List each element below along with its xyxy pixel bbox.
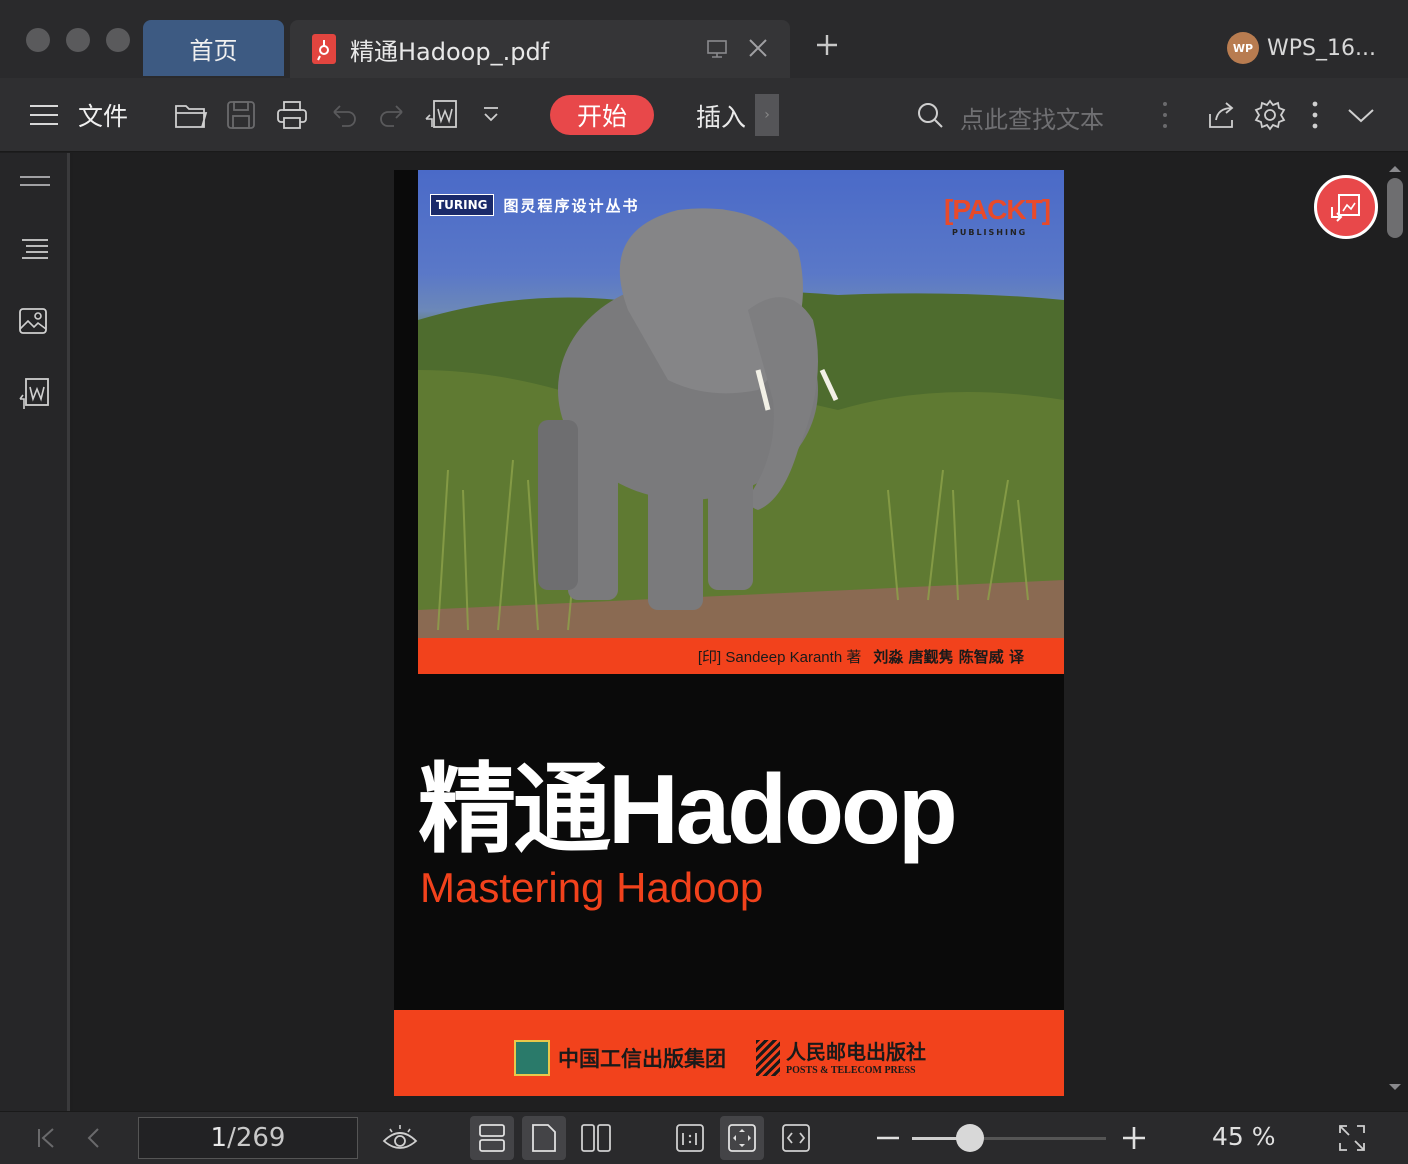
publisher-press: 人民邮电出版社 POSTS & TELECOM PRESS xyxy=(756,1036,926,1076)
publisher-bar: 中国工信出版集团 人民邮电出版社 POSTS & TELECOM PRESS xyxy=(394,1010,1064,1096)
translators: 刘淼 唐觐隽 陈智威 译 xyxy=(873,647,1024,666)
search-icon[interactable] xyxy=(916,78,944,152)
tab-home-label: 首页 xyxy=(189,36,238,65)
save-icon xyxy=(226,78,256,152)
scrollbar-thumb[interactable] xyxy=(1387,178,1403,238)
vertical-dots-icon xyxy=(1160,78,1170,152)
tab-insert[interactable]: 插入 xyxy=(696,98,746,134)
tab-document-label: 精通Hadoop_.pdf xyxy=(350,38,550,66)
series-name: 图灵程序设计丛书 xyxy=(503,196,640,215)
username: WPS_16... xyxy=(1267,35,1376,61)
tab-document[interactable]: 精通Hadoop_.pdf xyxy=(290,20,790,78)
fit-width-icon[interactable] xyxy=(774,1116,818,1160)
maximize-window-button[interactable] xyxy=(106,28,130,52)
outline-icon[interactable] xyxy=(18,237,52,267)
zoom-slider-thumb[interactable] xyxy=(956,1124,985,1152)
turing-logo: TURING xyxy=(430,194,494,216)
tab-start-label: 开始 xyxy=(576,102,627,131)
search-input[interactable]: 点此查找文本 xyxy=(960,100,1104,135)
open-folder-icon[interactable] xyxy=(174,78,208,152)
book-subtitle: Mastering Hadoop xyxy=(420,864,764,911)
author: [印] Sandeep Karanth 著 xyxy=(697,648,862,666)
fit-page-icon[interactable] xyxy=(720,1116,764,1160)
author-bar: [印] Sandeep Karanth 著 刘淼 唐觐隽 陈智威 译 xyxy=(418,638,1064,674)
current-page: 1 xyxy=(210,1123,228,1153)
previous-page-icon[interactable] xyxy=(72,1116,116,1160)
packt-logo: [PACKT] xyxy=(944,194,1051,225)
publisher-press-en: POSTS & TELECOM PRESS xyxy=(786,1065,916,1076)
convert-icon xyxy=(1331,194,1360,222)
actual-size-icon[interactable] xyxy=(668,1116,712,1160)
convert-floating-button[interactable] xyxy=(1314,175,1378,239)
zoom-out-icon[interactable] xyxy=(866,1116,910,1160)
collapse-panel-icon[interactable] xyxy=(18,173,52,193)
more-options-icon[interactable] xyxy=(1310,78,1320,152)
book-title: 精通Hadoop xyxy=(418,754,958,864)
double-page-icon[interactable] xyxy=(574,1116,618,1160)
file-menu-button[interactable]: 文件 xyxy=(78,78,128,152)
pdf-to-word-sidebar-icon[interactable] xyxy=(18,377,50,415)
thumbnail-image-icon[interactable] xyxy=(18,307,50,339)
more-tabs-button[interactable]: › xyxy=(755,94,779,136)
tab-home[interactable]: 首页 xyxy=(143,20,284,76)
share-icon[interactable] xyxy=(1206,78,1238,152)
zoom-in-icon[interactable] xyxy=(1112,1116,1156,1160)
user-account[interactable]: WP WPS_16... xyxy=(1227,32,1376,64)
collapse-toolbar-icon[interactable] xyxy=(1346,78,1376,152)
eye-protection-icon[interactable] xyxy=(378,1116,422,1160)
total-pages: /269 xyxy=(227,1123,286,1153)
series-header: TURING 图灵程序设计丛书 xyxy=(430,194,640,216)
more-dropdown-icon[interactable] xyxy=(480,78,502,152)
print-icon[interactable] xyxy=(276,78,308,152)
avatar: WP xyxy=(1227,32,1259,64)
new-tab-icon[interactable] xyxy=(812,30,842,64)
settings-gear-icon[interactable] xyxy=(1254,78,1286,152)
packt-logo-sub: PUBLISHING xyxy=(952,228,1028,237)
pdf-to-word-icon[interactable] xyxy=(424,78,458,152)
close-window-button[interactable] xyxy=(26,28,50,52)
publisher-group-logo-icon xyxy=(514,1040,550,1076)
main-toolbar: 文件 开始 插入 › 点此查找文本 xyxy=(0,78,1408,152)
minimize-window-button[interactable] xyxy=(66,28,90,52)
close-tab-icon[interactable] xyxy=(746,36,770,64)
zoom-level[interactable]: 45 % xyxy=(1212,1122,1276,1151)
status-bar: 1 /269 45 % xyxy=(0,1111,1408,1164)
publisher-group: 中国工信出版集团 xyxy=(514,1040,726,1076)
monitor-icon[interactable] xyxy=(706,38,728,64)
continuous-page-icon[interactable] xyxy=(470,1116,514,1160)
cover-elephant-photo xyxy=(418,170,1064,640)
first-page-icon[interactable] xyxy=(24,1116,68,1160)
tab-start[interactable]: 开始 xyxy=(550,95,654,135)
redo-icon xyxy=(378,78,406,152)
chevron-right-icon: › xyxy=(764,107,770,123)
page-number-input[interactable]: 1 /269 xyxy=(138,1117,358,1159)
left-sidebar xyxy=(0,153,70,1111)
fullscreen-icon[interactable] xyxy=(1330,1116,1374,1160)
publisher-group-name: 中国工信出版集团 xyxy=(558,1046,726,1071)
menu-icon[interactable] xyxy=(28,78,60,152)
pdf-file-icon xyxy=(312,34,336,64)
undo-icon xyxy=(330,78,358,152)
publisher-press-logo-icon xyxy=(756,1040,780,1076)
publisher-press-name: 人民邮电出版社 xyxy=(786,1040,926,1064)
title-bar: 首页 精通Hadoop_.pdf WP WPS_16... xyxy=(0,0,1408,78)
file-menu-label: 文件 xyxy=(78,102,129,131)
pdf-page-cover: TURING 图灵程序设计丛书 [PACKT] PUBLISHING [印] S… xyxy=(394,170,1064,1096)
vertical-scrollbar[interactable] xyxy=(1385,160,1405,1100)
single-page-icon[interactable] xyxy=(522,1116,566,1160)
